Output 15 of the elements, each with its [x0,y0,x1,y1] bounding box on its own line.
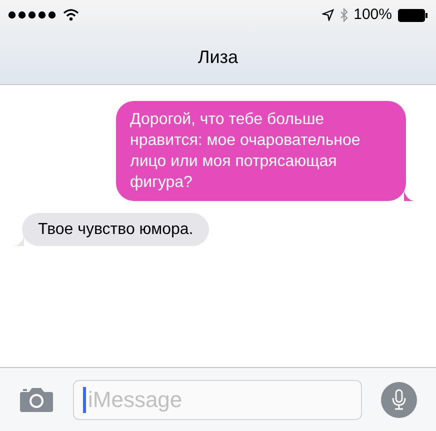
wifi-icon [63,9,79,21]
location-arrow-icon [322,9,334,21]
camera-icon[interactable] [19,387,54,412]
bubble-tail-icon [14,236,24,246]
battery-percentage: 100% [354,4,392,25]
message-bubble: Твое чувство юмора. [22,213,210,246]
bubble-tail-icon [404,191,414,201]
contact-name: Лиза [198,46,238,68]
microphone-icon [392,388,406,410]
message-bubble: Дорогой, что тебе больше нравится: мое очаровательное лицо или моя потрясающая фигура? [116,101,406,201]
battery-icon [398,8,428,22]
message-input-field[interactable]: iMessage [73,380,362,420]
bluetooth-icon [340,8,348,22]
text-cursor [83,386,86,412]
microphone-button[interactable] [381,382,417,418]
